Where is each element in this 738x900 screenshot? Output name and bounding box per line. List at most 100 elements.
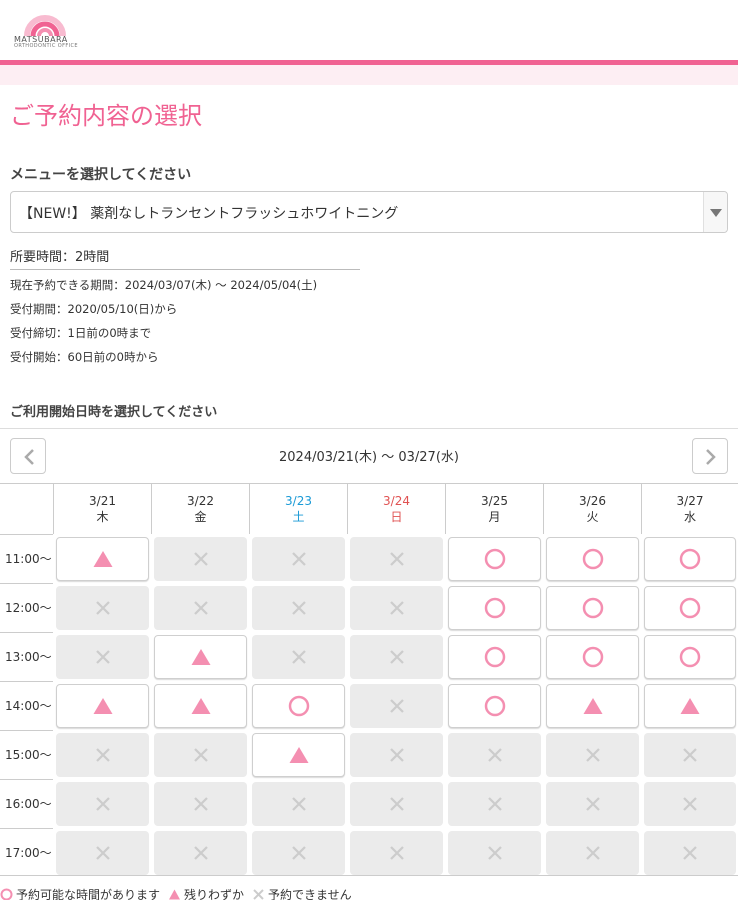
triangle-icon [191,649,210,665]
day-weekday: 土 [292,510,305,524]
slot-available[interactable] [546,537,639,581]
slot-available[interactable] [448,586,541,630]
cross-icon [487,846,502,860]
chevron-down-icon[interactable] [703,192,727,232]
cross-icon [389,748,404,762]
slot-few-left[interactable] [644,684,736,728]
day-header: 3/21 木 [53,484,151,534]
slot-unavailable [56,586,149,630]
slot-unavailable [546,733,639,777]
slot-few-left[interactable] [252,733,345,777]
legend-few: 残りわずか [184,887,245,900]
time-label: 16:00〜 [0,779,53,828]
slot-few-left[interactable] [56,537,149,581]
day-header: 3/27 水 [641,484,738,534]
day-header: 3/22 金 [151,484,249,534]
chevron-right-icon [706,449,716,465]
week-navigation: 2024/03/21(木) 〜 03/27(水) [0,428,738,484]
slot-unavailable [154,831,247,875]
triangle-icon [93,698,112,714]
circle-icon [0,888,13,900]
day-date: 3/23 [285,494,312,508]
day-date: 3/26 [579,494,606,508]
slot-unavailable [644,831,736,875]
slot-unavailable [546,782,639,826]
slot-few-left[interactable] [154,684,247,728]
slot-unavailable [350,684,443,728]
slot-unavailable [644,733,736,777]
slot-available[interactable] [448,684,541,728]
circle-icon [679,548,701,570]
cross-icon [585,846,600,860]
cross-icon [95,601,110,615]
clinic-logo[interactable]: MATSUBARA ORTHODONTIC OFFICE [14,12,84,52]
circle-icon [484,597,505,619]
circle-icon [288,695,309,717]
slot-unavailable [546,831,639,875]
day-date: 3/27 [676,494,704,508]
slot-unavailable [448,831,541,875]
logo-arc-icon [24,15,66,36]
slot-available[interactable] [546,586,639,630]
cross-icon [683,748,697,762]
day-date: 3/24 [383,494,410,508]
triangle-icon [289,747,308,763]
slot-unavailable [252,831,345,875]
cross-icon [193,552,208,566]
page-title: ご予約内容の選択 [10,102,202,130]
cross-icon [95,650,110,664]
slot-available[interactable] [546,635,639,679]
day-header: 3/25 月 [445,484,543,534]
triangle-icon [93,551,112,567]
menu-label: メニューを選択してください [10,167,192,183]
slot-few-left[interactable] [154,635,247,679]
cross-icon [585,748,600,762]
triangle-icon [191,698,210,714]
slot-unavailable [252,586,345,630]
day-date: 3/21 [89,494,116,508]
acceptance-deadline: 受付締切：1日前の0時まで [10,326,152,340]
cross-icon [389,601,404,615]
cross-icon [389,650,404,664]
circle-icon [679,646,701,668]
cross-icon [193,846,208,860]
slot-unavailable [56,831,149,875]
cross-icon [487,797,502,811]
day-weekday: 金 [194,510,207,524]
circle-icon [582,597,603,619]
day-date: 3/22 [187,494,214,508]
slot-available[interactable] [644,537,736,581]
slot-unavailable [56,782,149,826]
day-header: 3/26 火 [543,484,641,534]
slot-available[interactable] [644,586,736,630]
cross-icon [291,552,306,566]
slot-few-left[interactable] [546,684,639,728]
cross-icon [291,601,306,615]
slot-unavailable [154,782,247,826]
day-header: 3/24 日 [347,484,445,534]
slot-available[interactable] [448,635,541,679]
day-weekday: 月 [488,510,501,524]
menu-selected-value: 【NEW!】 薬剤なしトランセントフラッシュホワイトニング [19,206,399,222]
next-week-button[interactable] [692,438,728,474]
slot-unavailable [350,537,443,581]
cross-icon [389,797,404,811]
cross-icon [389,699,404,713]
slot-unavailable [252,782,345,826]
acceptance-start: 受付開始：60日前の0時から [10,350,159,364]
circle-icon [484,695,505,717]
slot-available[interactable] [252,684,345,728]
slot-unavailable [252,537,345,581]
date-select-label: ご利用開始日時を選択してください [10,405,218,420]
cross-icon [193,748,208,762]
slot-unavailable [56,635,149,679]
legend-none: 予約できません [268,887,352,900]
day-header: 3/23 土 [249,484,347,534]
triangle-icon [169,889,181,899]
slot-unavailable [350,782,443,826]
slot-available[interactable] [448,537,541,581]
menu-select[interactable]: 【NEW!】 薬剤なしトランセントフラッシュホワイトニング [10,191,728,233]
slot-available[interactable] [644,635,736,679]
slot-few-left[interactable] [56,684,149,728]
cross-icon [193,601,208,615]
